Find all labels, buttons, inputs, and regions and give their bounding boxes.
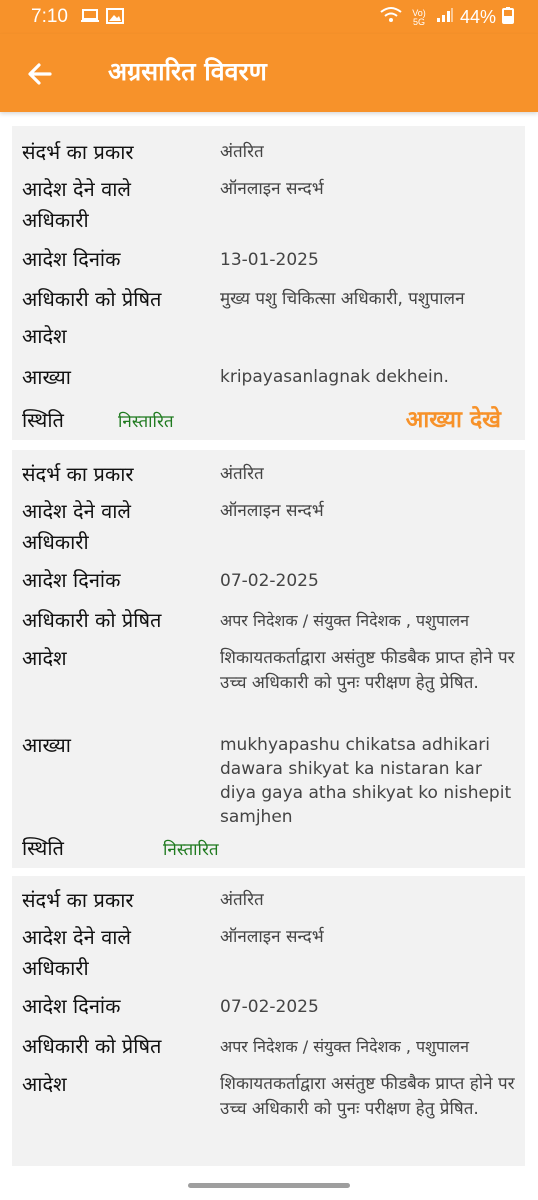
remark-value: mukhyapashu chikatsa adhikari dawara shi… bbox=[220, 735, 512, 827]
remark-label: आख्या bbox=[22, 733, 71, 757]
issuer-label-line1: आदेश देने वाले bbox=[22, 499, 131, 523]
sent-to-label: अधिकारी को प्रेषित bbox=[22, 1034, 162, 1058]
order-date-value: 07-02-2025 bbox=[220, 571, 319, 591]
order-date-label: आदेश दिनांक bbox=[22, 568, 121, 592]
issuer-value: ऑनलाइन सन्दर्भ bbox=[220, 179, 324, 199]
sent-to-value: मुख्य पशु चिकित्सा अधिकारी, पशुपालन bbox=[220, 289, 465, 309]
home-gesture-handle[interactable] bbox=[188, 1183, 350, 1188]
ref-type-value: अंतरित bbox=[220, 890, 264, 910]
order-label: आदेश bbox=[22, 646, 67, 670]
ref-type-label: संदर्भ का प्रकार bbox=[22, 140, 134, 164]
view-remark-link[interactable]: आख्या देखे bbox=[406, 402, 501, 434]
wifi-icon bbox=[380, 6, 402, 29]
battery-percent: 44% bbox=[459, 7, 496, 27]
issuer-label-line1: आदेश देने वाले bbox=[22, 925, 131, 949]
issuer-label-line2: अधिकारी bbox=[22, 530, 89, 554]
laptop-icon bbox=[80, 8, 100, 28]
issuer-label-line2: अधिकारी bbox=[22, 956, 89, 980]
order-date-value: 13-01-2025 bbox=[220, 250, 319, 270]
issuer-value: ऑनलाइन सन्दर्भ bbox=[220, 501, 324, 521]
order-value: शिकायतकर्ताद्वारा असंतुष्ट फीडबैक प्राप्… bbox=[220, 1074, 515, 1119]
status-bar: 7:10 Vo) 5G 44% bbox=[0, 0, 538, 34]
sent-to-label: अधिकारी को प्रेषित bbox=[22, 608, 162, 632]
issuer-label-line1: आदेश देने वाले bbox=[22, 177, 131, 201]
sent-to-value: अपर निदेशक / संयुक्त निदेशक , पशुपालन bbox=[220, 1037, 469, 1056]
issuer-label-line2: अधिकारी bbox=[22, 208, 89, 232]
order-date-value: 07-02-2025 bbox=[220, 997, 319, 1017]
status-value: निस्तारित bbox=[163, 840, 219, 860]
status-time: 7:10 bbox=[31, 6, 68, 27]
image-icon bbox=[106, 8, 124, 28]
ref-type-label: संदर्भ का प्रकार bbox=[22, 888, 134, 912]
order-date-label: आदेश दिनांक bbox=[22, 994, 121, 1018]
back-arrow-icon[interactable] bbox=[24, 58, 56, 90]
remark-value: kripayasanlagnak dekhein. bbox=[220, 367, 449, 387]
signal-icon bbox=[436, 7, 454, 28]
battery-icon bbox=[502, 6, 514, 29]
sent-to-label-line1: अधिकारी को प्रेषित bbox=[22, 287, 162, 311]
order-label: आदेश bbox=[22, 1072, 67, 1096]
ref-type-label: संदर्भ का प्रकार bbox=[22, 462, 134, 486]
app-bar: अग्रसारित विवरण bbox=[0, 34, 538, 112]
gesture-nav-bar bbox=[0, 1172, 538, 1200]
sent-to-label-line2: आदेश bbox=[22, 324, 67, 348]
status-value: निस्तारित bbox=[118, 412, 174, 432]
record-card: संदर्भ का प्रकार अंतरित आदेश देने वाले अ… bbox=[12, 876, 525, 1166]
network-label: Vo) 5G bbox=[412, 7, 426, 27]
remark-label: आख्या bbox=[22, 365, 71, 389]
order-date-label: आदेश दिनांक bbox=[22, 247, 121, 271]
record-card: संदर्भ का प्रकार अंतरित आदेश देने वाले अ… bbox=[12, 450, 525, 868]
page-title: अग्रसारित विवरण bbox=[108, 57, 267, 86]
record-card: संदर्भ का प्रकार अंतरित आदेश देने वाले अ… bbox=[12, 126, 525, 440]
ref-type-value: अंतरित bbox=[220, 142, 264, 162]
issuer-value: ऑनलाइन सन्दर्भ bbox=[220, 927, 324, 947]
sent-to-value: अपर निदेशक / संयुक्त निदेशक , पशुपालन bbox=[220, 611, 469, 630]
ref-type-value: अंतरित bbox=[220, 464, 264, 484]
order-value: शिकायतकर्ताद्वारा असंतुष्ट फीडबैक प्राप्… bbox=[220, 648, 515, 693]
